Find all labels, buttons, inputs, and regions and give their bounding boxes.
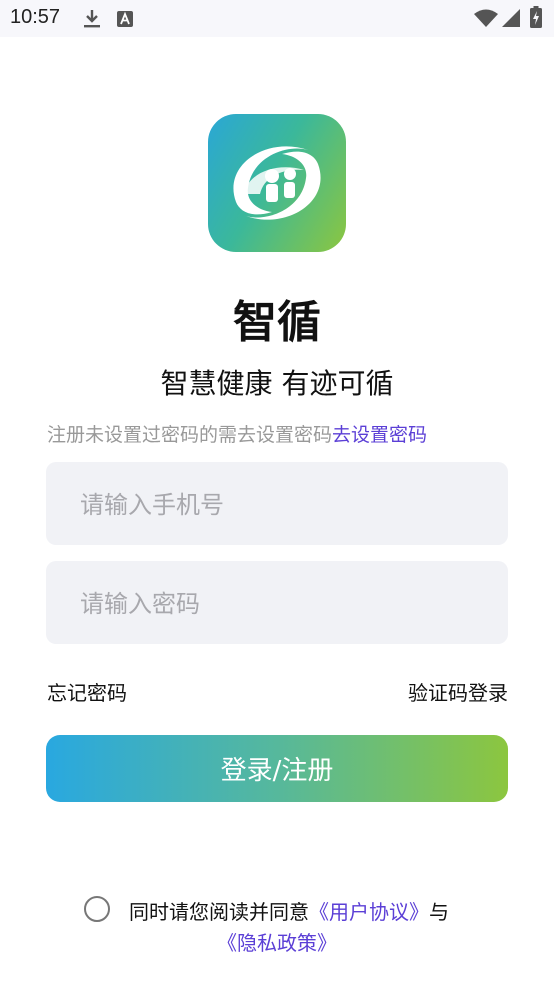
user-agreement-link[interactable]: 《用户协议》 — [309, 900, 429, 924]
agreement-conjunction: 与 — [429, 900, 449, 924]
download-icon — [84, 10, 100, 28]
agreement-checkbox[interactable] — [84, 896, 110, 922]
agreement-line-2: 《隐私政策》 — [0, 927, 554, 956]
phone-field[interactable] — [46, 462, 508, 547]
battery-icon — [530, 6, 542, 28]
login-register-button[interactable]: 登录/注册 — [46, 735, 508, 802]
app-logo — [208, 114, 346, 252]
wifi-icon — [474, 9, 498, 27]
agreement-text: 同时请您阅读并同意《用户协议》与 — [129, 896, 449, 925]
password-input[interactable] — [78, 561, 482, 646]
agreement-prefix: 同时请您阅读并同意 — [129, 900, 309, 924]
privacy-policy-link[interactable]: 《隐私政策》 — [217, 931, 337, 955]
app-name: 智循 — [233, 297, 321, 348]
signal-icon — [502, 9, 520, 27]
app-slogan: 智慧健康 有迹可循 — [160, 367, 394, 400]
status-bar: 10:57 — [0, 0, 554, 37]
set-password-link[interactable]: 去设置密码 — [332, 424, 427, 446]
sms-login-link[interactable]: 验证码登录 — [408, 677, 508, 706]
logo-swirl-icon — [233, 146, 321, 220]
password-setup-hint: 注册未设置过密码的需去设置密码去设置密码 — [47, 420, 427, 447]
password-field[interactable] — [46, 561, 508, 646]
hint-text: 注册未设置过密码的需去设置密码 — [47, 424, 333, 446]
phone-input[interactable] — [78, 462, 482, 547]
forgot-password-link[interactable]: 忘记密码 — [47, 677, 127, 706]
status-time: 10:57 — [10, 6, 61, 28]
a-badge-icon — [117, 11, 133, 27]
